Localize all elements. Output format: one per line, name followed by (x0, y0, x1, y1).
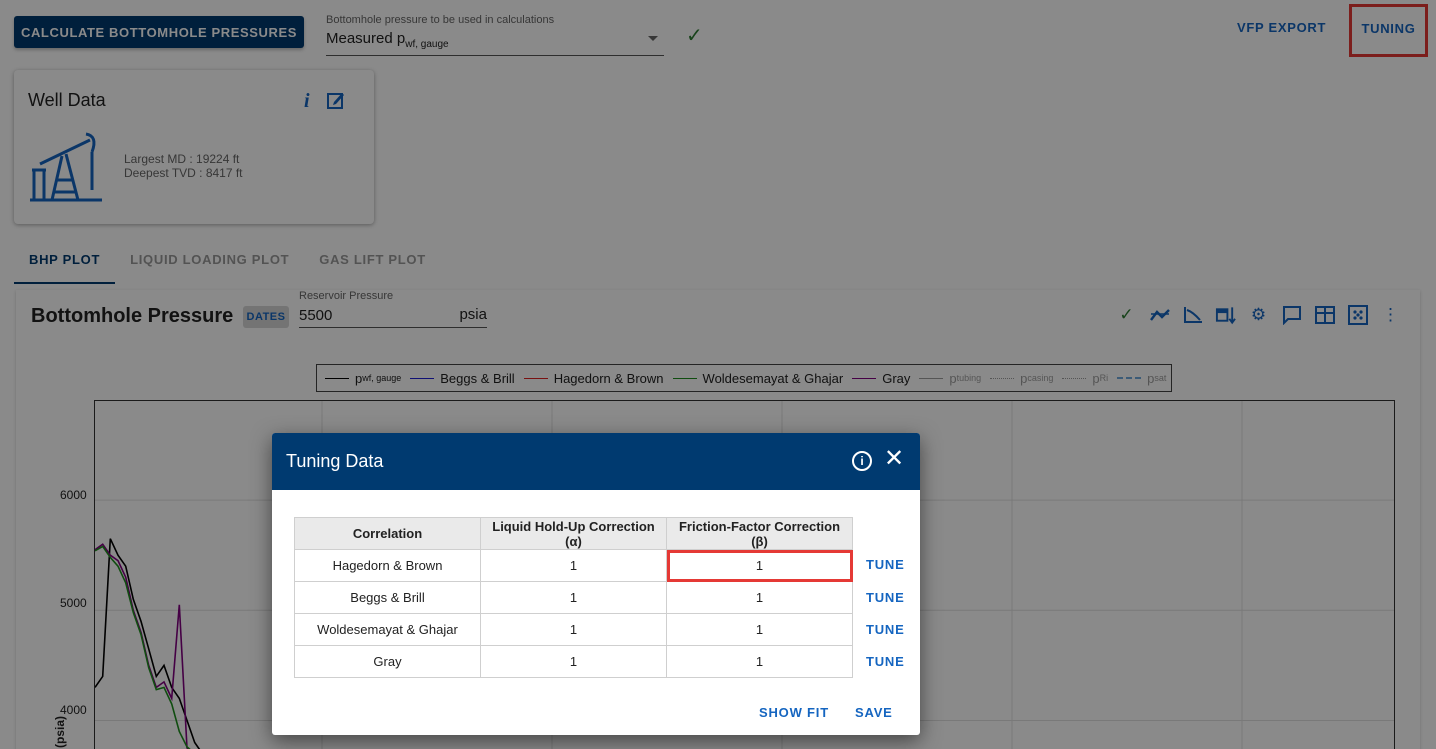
tune-button-hagedorn[interactable]: TUNE (866, 557, 905, 572)
dialog-header: Tuning Data i ✕ (272, 433, 920, 490)
close-icon[interactable]: ✕ (884, 447, 904, 471)
alpha-cell[interactable]: 1 (480, 549, 667, 582)
correlation-name: Beggs & Brill (294, 581, 481, 614)
beta-cell[interactable]: 1 (666, 549, 853, 582)
tune-button-gray[interactable]: TUNE (866, 654, 905, 669)
correlation-name: Gray (294, 645, 481, 678)
alpha-cell[interactable]: 1 (480, 581, 667, 614)
alpha-cell[interactable]: 1 (480, 613, 667, 646)
correlation-name: Woldesemayat & Ghajar (294, 613, 481, 646)
tune-button-woldesemayat[interactable]: TUNE (866, 622, 905, 637)
table-row: Gray 1 1 (294, 645, 853, 678)
save-button[interactable]: SAVE (855, 705, 893, 720)
dialog-title: Tuning Data (286, 451, 384, 471)
beta-cell[interactable]: 1 (666, 645, 853, 678)
tune-button-beggs[interactable]: TUNE (866, 590, 905, 605)
column-header: Liquid Hold-Up Correction (α) (480, 517, 667, 550)
info-icon[interactable]: i (852, 451, 872, 471)
show-fit-button[interactable]: SHOW FIT (759, 705, 829, 720)
tuning-table: Correlation Liquid Hold-Up Correction (α… (294, 517, 853, 678)
table-row: Woldesemayat & Ghajar 1 1 (294, 613, 853, 646)
table-row: Hagedorn & Brown 1 1 (294, 549, 853, 582)
correlation-name: Hagedorn & Brown (294, 549, 481, 582)
table-row: Beggs & Brill 1 1 (294, 581, 853, 614)
alpha-cell[interactable]: 1 (480, 645, 667, 678)
beta-cell[interactable]: 1 (666, 581, 853, 614)
tuning-dialog: Tuning Data i ✕ Correlation Liquid Hold-… (272, 433, 920, 735)
column-header: Correlation (294, 517, 481, 550)
column-header: Friction-Factor Correction (β) (666, 517, 853, 550)
beta-cell[interactable]: 1 (666, 613, 853, 646)
